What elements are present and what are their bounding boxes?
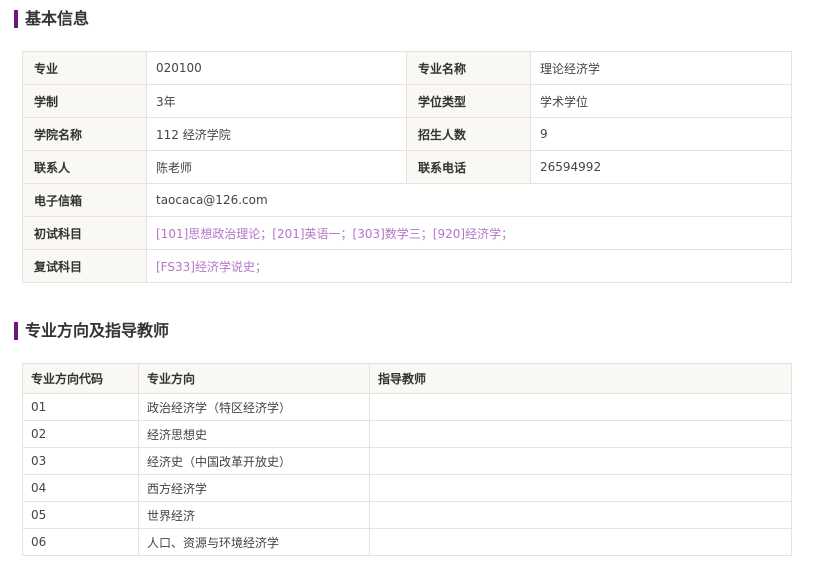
basic-info-table: 专业 020100 专业名称 理论经济学 学制 3年 学位类型 学术学位 学院名… [22,51,792,283]
college-value: 112 经济学院 [146,117,407,151]
initial-exam-label: 初试科目 [22,216,147,250]
contact-label: 联系人 [22,150,147,184]
table-row: 01 政治经济学（特区经济学） [22,393,792,421]
direction-name: 世界经济 [138,501,370,529]
direction-name: 经济史（中国改革开放史） [138,447,370,475]
direction-name: 经济思想史 [138,420,370,448]
info-row-college: 学院名称 112 经济学院 招生人数 9 [22,117,792,151]
directions-header-row: 专业方向代码 专业方向 指导教师 [22,363,792,394]
direction-advisor [369,474,792,502]
table-row: 06 人口、资源与环境经济学 [22,528,792,556]
duration-label: 学制 [22,84,147,118]
phone-value: 26594992 [530,150,792,184]
direction-name: 人口、资源与环境经济学 [138,528,370,556]
directions-table: 专业方向代码 专业方向 指导教师 01 政治经济学（特区经济学） 02 经济思想… [22,363,792,556]
table-row: 05 世界经济 [22,501,792,529]
info-row-retest: 复试科目 [FS33]经济学说史； [22,249,792,283]
direction-advisor [369,528,792,556]
college-label: 学院名称 [22,117,147,151]
email-label: 电子信箱 [22,183,147,217]
duration-value: 3年 [146,84,407,118]
direction-advisor [369,420,792,448]
phone-label: 联系电话 [406,150,531,184]
header-advisor: 指导教师 [369,363,792,394]
direction-code: 03 [22,447,139,475]
direction-name: 政治经济学（特区经济学） [138,393,370,421]
table-row: 03 经济史（中国改革开放史） [22,447,792,475]
enrollment-value: 9 [530,117,792,151]
direction-advisor [369,393,792,421]
retest-link[interactable]: [FS33]经济学说史； [146,249,792,283]
retest-label: 复试科目 [22,249,147,283]
direction-code: 02 [22,420,139,448]
major-name-label: 专业名称 [406,51,531,85]
degree-type-label: 学位类型 [406,84,531,118]
contact-value: 陈老师 [146,150,407,184]
direction-name: 西方经济学 [138,474,370,502]
major-name-value: 理论经济学 [530,51,792,85]
direction-code: 05 [22,501,139,529]
direction-advisor [369,447,792,475]
direction-code: 06 [22,528,139,556]
major-label: 专业 [22,51,147,85]
email-value: taocaca@126.com [146,183,792,217]
direction-code: 01 [22,393,139,421]
direction-code: 04 [22,474,139,502]
major-value: 020100 [146,51,407,85]
initial-exam-link[interactable]: [101]思想政治理论；[201]英语一；[303]数学三；[920]经济学； [146,216,792,250]
header-direction-code: 专业方向代码 [22,363,139,394]
info-row-email: 电子信箱 taocaca@126.com [22,183,792,217]
section-title-directions: 专业方向及指导教师 [14,322,169,340]
info-row-duration: 学制 3年 学位类型 学术学位 [22,84,792,118]
header-direction-name: 专业方向 [138,363,370,394]
section-title-basic-info: 基本信息 [14,10,89,28]
enrollment-label: 招生人数 [406,117,531,151]
info-row-initial-exam: 初试科目 [101]思想政治理论；[201]英语一；[303]数学三；[920]… [22,216,792,250]
table-row: 02 经济思想史 [22,420,792,448]
info-row-contact: 联系人 陈老师 联系电话 26594992 [22,150,792,184]
info-row-major: 专业 020100 专业名称 理论经济学 [22,51,792,85]
table-row: 04 西方经济学 [22,474,792,502]
degree-type-value: 学术学位 [530,84,792,118]
direction-advisor [369,501,792,529]
